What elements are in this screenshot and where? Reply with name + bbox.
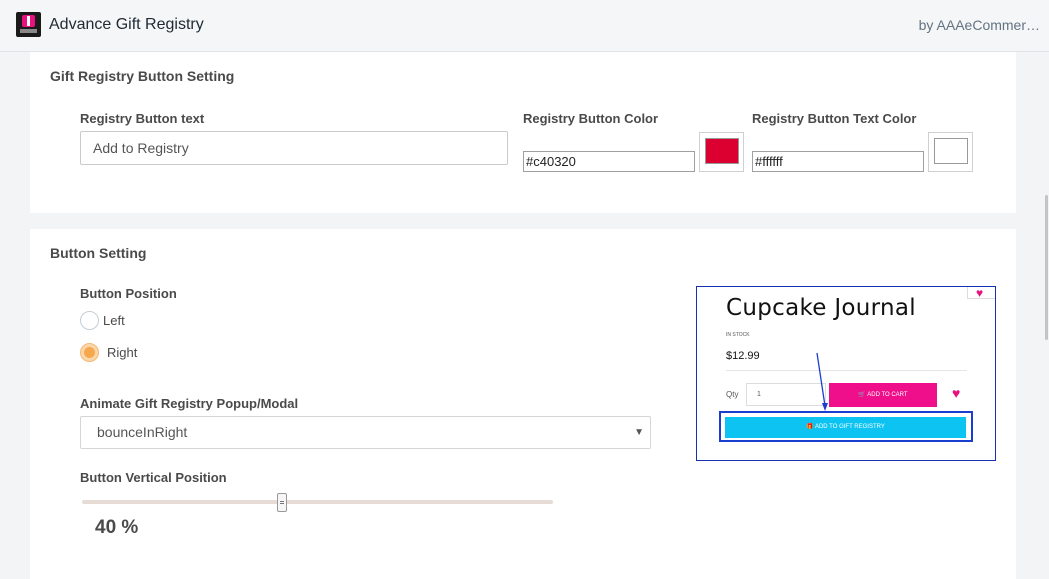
vertical-position-slider-handle[interactable] bbox=[277, 493, 287, 512]
radio-left-label[interactable]: Left bbox=[103, 313, 125, 328]
app-author[interactable]: by AAAeCommer… bbox=[919, 17, 1040, 33]
radio-right-label[interactable]: Right bbox=[107, 345, 137, 360]
button-preview: ♥ Cupcake Journal IN STOCK $12.99 Qty 1 … bbox=[696, 286, 996, 461]
section-title-registry-button: Gift Registry Button Setting bbox=[50, 68, 235, 84]
registry-button-color-swatch[interactable] bbox=[699, 132, 744, 172]
registry-button-color-label: Registry Button Color bbox=[523, 111, 659, 126]
registry-button-text-color-label: Registry Button Text Color bbox=[752, 111, 917, 126]
registry-button-text-input[interactable]: Add to Registry bbox=[80, 131, 508, 165]
section-title-button-setting: Button Setting bbox=[50, 245, 147, 261]
vertical-position-label: Button Vertical Position bbox=[80, 470, 227, 485]
animate-popup-select[interactable]: bounceInRight ▼ bbox=[80, 416, 651, 449]
button-setting-card: Button Setting Button Position Left Righ… bbox=[30, 229, 1016, 579]
registry-button-text-label: Registry Button text bbox=[80, 111, 205, 126]
registry-button-text-color-swatch[interactable] bbox=[928, 132, 973, 172]
registry-button-text-color-input[interactable]: #ffffff bbox=[752, 151, 924, 172]
app-logo-icon bbox=[16, 12, 41, 37]
radio-right[interactable] bbox=[80, 343, 99, 362]
radio-left[interactable] bbox=[80, 311, 99, 330]
animate-popup-label: Animate Gift Registry Popup/Modal bbox=[80, 396, 299, 411]
button-position-label: Button Position bbox=[80, 286, 177, 301]
app-title: Advance Gift Registry bbox=[49, 16, 204, 33]
top-bar: Advance Gift Registry by AAAeCommer… bbox=[0, 0, 1049, 52]
registry-button-setting-card: Gift Registry Button Setting Registry Bu… bbox=[30, 52, 1016, 213]
registry-button-color-input[interactable]: #c40320 bbox=[523, 151, 695, 172]
chevron-down-icon: ▼ bbox=[634, 427, 644, 438]
animate-popup-value: bounceInRight bbox=[97, 424, 188, 440]
arrow-icon bbox=[816, 352, 828, 411]
vertical-position-value: 40 % bbox=[95, 517, 139, 538]
vertical-position-slider-track[interactable] bbox=[82, 500, 553, 504]
scrollbar-thumb[interactable] bbox=[1045, 195, 1048, 340]
